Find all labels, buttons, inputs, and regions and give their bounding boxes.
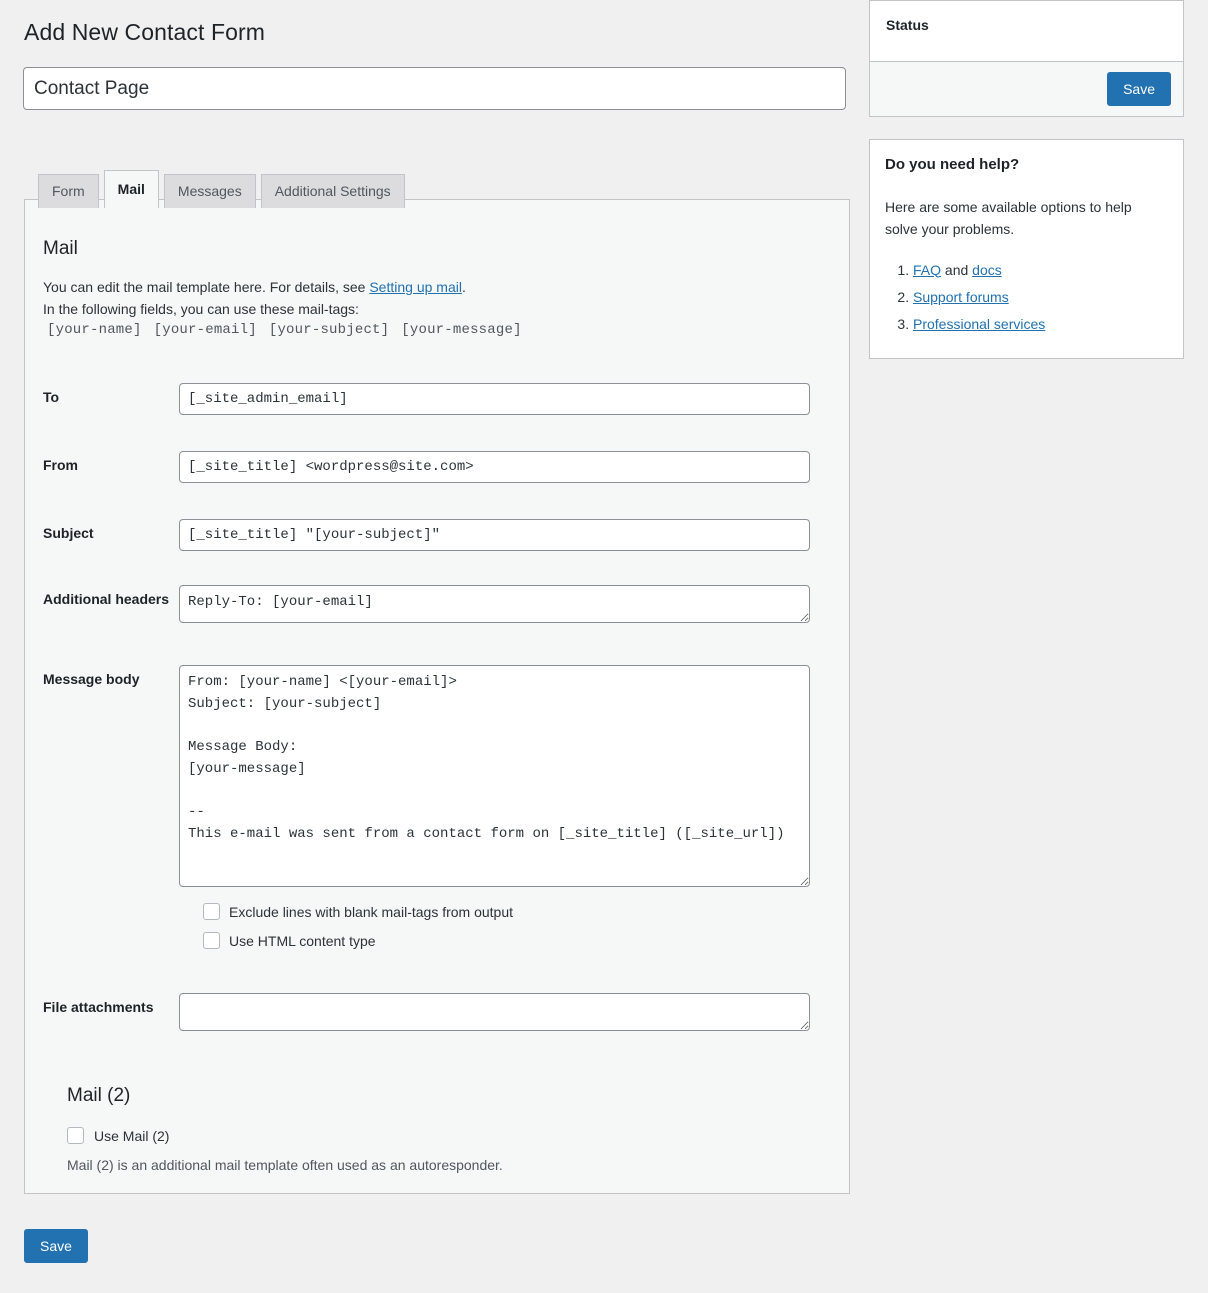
tab-form[interactable]: Form	[38, 174, 99, 208]
field-row-to: To	[43, 383, 833, 415]
faq-and-text: and	[941, 262, 972, 278]
use-mail2-label: Use Mail (2)	[94, 1128, 169, 1144]
label-from: From	[43, 451, 179, 475]
help-list-item-2: Support forums	[913, 284, 1168, 311]
mail-tag-your-message: [your-message]	[401, 322, 521, 338]
mail-settings-panel: Mail You can edit the mail template here…	[24, 199, 850, 1194]
help-box: Do you need help? Here are some availabl…	[869, 139, 1184, 359]
save-button-sidebar[interactable]: Save	[1107, 72, 1171, 106]
use-mail2-checkbox[interactable]	[67, 1127, 84, 1144]
setting-up-mail-link[interactable]: Setting up mail	[369, 279, 462, 295]
support-forums-link[interactable]: Support forums	[913, 289, 1009, 305]
mail2-note: Mail (2) is an additional mail template …	[67, 1157, 827, 1173]
mail-tag-your-email: [your-email]	[154, 322, 257, 338]
tab-messages[interactable]: Messages	[164, 174, 256, 208]
use-html-content-type-checkbox[interactable]	[203, 932, 220, 949]
mail-description-prefix: You can edit the mail template here. For…	[43, 279, 369, 295]
exclude-blank-mailtags-checkbox[interactable]	[203, 903, 220, 920]
checkbox-row-html-content-type[interactable]: Use HTML content type	[203, 932, 376, 949]
use-html-content-type-label: Use HTML content type	[229, 933, 376, 949]
help-list-item-1: FAQ and docs	[913, 257, 1168, 284]
field-row-message-body: Message body From: [your-name] <[your-em…	[43, 665, 833, 887]
help-box-intro: Here are some available options to help …	[885, 197, 1168, 240]
label-message-body: Message body	[43, 665, 179, 689]
label-file-attachments: File attachments	[43, 993, 179, 1017]
from-input[interactable]	[179, 451, 810, 483]
mail-tag-your-name: [your-name]	[47, 322, 142, 338]
mail2-heading: Mail (2)	[67, 1085, 827, 1107]
to-input[interactable]	[179, 383, 810, 415]
field-row-from: From	[43, 451, 833, 483]
checkbox-row-exclude-blank[interactable]: Exclude lines with blank mail-tags from …	[203, 903, 513, 920]
help-box-title: Do you need help?	[885, 156, 1168, 173]
message-body-textarea[interactable]: From: [your-name] <[your-email]> Subject…	[179, 665, 810, 887]
help-list-item-3: Professional services	[913, 311, 1168, 338]
status-box-footer: Save	[870, 61, 1183, 116]
mail-description-suffix: .	[462, 279, 466, 295]
docs-link[interactable]: docs	[972, 262, 1002, 278]
page-title: Add New Contact Form	[24, 18, 265, 48]
mail2-section: Mail (2) Use Mail (2) Mail (2) is an add…	[67, 1085, 827, 1173]
label-additional-headers: Additional headers	[43, 585, 179, 609]
status-box-title: Status	[870, 1, 1183, 61]
exclude-blank-mailtags-label: Exclude lines with blank mail-tags from …	[229, 904, 513, 920]
help-box-list: FAQ and docs Support forums Professional…	[885, 257, 1168, 339]
form-title-input[interactable]	[23, 67, 846, 110]
professional-services-link[interactable]: Professional services	[913, 316, 1045, 332]
mail-section-header: Mail You can edit the mail template here…	[43, 238, 833, 338]
subject-input[interactable]	[179, 519, 810, 551]
sidebar: Status Save Do you need help? Here are s…	[869, 0, 1184, 381]
status-box: Status Save	[869, 0, 1184, 117]
field-row-subject: Subject	[43, 519, 833, 551]
tab-additional-settings[interactable]: Additional Settings	[261, 174, 405, 208]
tab-bar: Form Mail Messages Additional Settings	[38, 169, 405, 207]
faq-link[interactable]: FAQ	[913, 262, 941, 278]
file-attachments-textarea[interactable]	[179, 993, 810, 1031]
mail-tags-list: [your-name] [your-email] [your-subject] [yo…	[43, 322, 833, 338]
mail-tags-intro: In the following fields, you can use the…	[43, 299, 833, 321]
tab-mail[interactable]: Mail	[104, 170, 159, 208]
additional-headers-textarea[interactable]: Reply-To: [your-email]	[179, 585, 810, 623]
field-row-file-attachments: File attachments	[43, 993, 833, 1031]
save-button-bottom[interactable]: Save	[24, 1229, 88, 1263]
mail-description: You can edit the mail template here. For…	[43, 277, 833, 320]
mail-heading: Mail	[43, 238, 833, 260]
field-row-additional-headers: Additional headers Reply-To: [your-email…	[43, 585, 833, 623]
label-to: To	[43, 383, 179, 407]
mail-tag-your-subject: [your-subject]	[269, 322, 389, 338]
label-subject: Subject	[43, 519, 179, 543]
checkbox-row-use-mail2[interactable]: Use Mail (2)	[67, 1127, 827, 1144]
